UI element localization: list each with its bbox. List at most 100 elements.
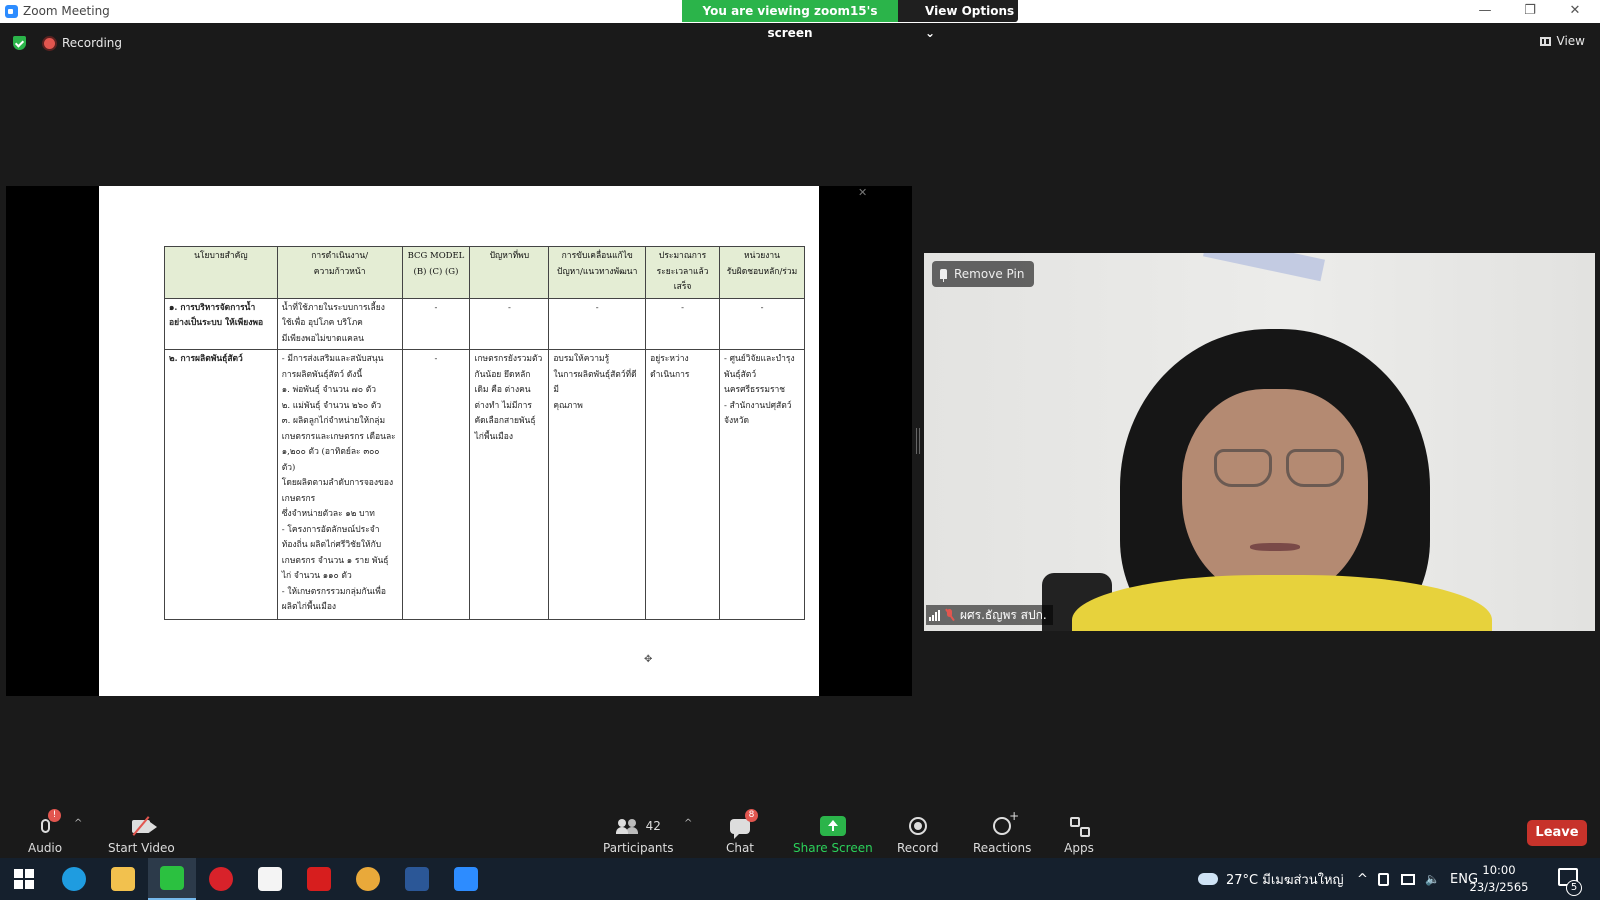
cloud-icon — [1198, 873, 1218, 885]
taskbar-app-document[interactable] — [246, 858, 294, 900]
view-label: View — [1556, 34, 1585, 48]
video-person-face — [1182, 389, 1368, 599]
cell-problem: - — [469, 297, 550, 350]
cursor-icon: ✥ — [644, 654, 653, 665]
view-button[interactable]: View — [1539, 34, 1585, 48]
chevron-down-icon: ⌄ — [925, 26, 936, 40]
start-video-button[interactable]: Start Video — [108, 814, 175, 855]
taskbar-app-edge[interactable] — [50, 858, 98, 900]
title-bar: Zoom Meeting You are viewing zoom15's sc… — [0, 0, 1600, 40]
cell-bcg: - — [401, 349, 471, 620]
participants-icon — [615, 819, 638, 834]
header-solution: การขับเคลื่อนแก้ไข ปัญหา/แนวทางพัฒนา — [548, 246, 647, 299]
audio-label: Audio — [28, 841, 63, 855]
cell-policy: ๑. การบริหารจัดการน้ำ อย่างเป็นระบบ ให้เ… — [164, 297, 278, 350]
record-label: Record — [897, 841, 939, 855]
split-drag-handle[interactable] — [916, 428, 920, 454]
taskbar-app-chrome[interactable] — [344, 858, 392, 900]
reactions-label: Reactions — [973, 841, 1032, 855]
opera-icon — [209, 867, 233, 891]
close-button[interactable]: ✕ — [1567, 3, 1583, 18]
cell-agency: - ศูนย์วิจัยและบำรุง พันธุ์สัตว์ นครศรีธ… — [719, 349, 805, 620]
audio-alert-badge: ! — [48, 809, 62, 822]
chat-unread-badge: 8 — [745, 809, 758, 822]
participants-button[interactable]: 42 Participants — [603, 814, 674, 855]
clock-time: 10:00 — [1482, 863, 1516, 877]
cell-solution: - — [548, 297, 647, 350]
apps-button[interactable]: Apps — [1064, 814, 1094, 855]
table-header-row: นโยบายสำคัญ การดำเนินงาน/ ความก้าวหน้า B… — [164, 246, 805, 299]
system-tray-icons[interactable]: 🔈 — [1378, 858, 1454, 900]
participant-name-bar: ผศร.ธัญพร สปก. — [926, 605, 1053, 625]
edge-icon — [62, 867, 86, 891]
report-table: นโยบายสำคัญ การดำเนินงาน/ ความก้าวหน้า B… — [164, 246, 805, 620]
document-icon — [258, 867, 282, 891]
word-icon — [405, 867, 429, 891]
minimize-button[interactable]: — — [1477, 3, 1493, 18]
line-icon — [160, 866, 184, 890]
participant-video-tile[interactable]: Remove Pin ผศร.ธัญพร สปก. — [924, 253, 1595, 631]
reactions-button[interactable]: Reactions — [973, 809, 1032, 855]
mic-muted-icon — [945, 609, 954, 621]
recording-label: Recording — [62, 36, 123, 50]
audio-options-caret[interactable]: ^ — [74, 818, 82, 829]
encryption-shield-icon[interactable] — [13, 36, 26, 50]
restore-button[interactable]: ❐ — [1522, 3, 1538, 18]
video-glasses-left — [1214, 449, 1272, 487]
audio-button[interactable]: ! Audio — [28, 809, 63, 855]
share-screen-label: Share Screen — [793, 841, 873, 855]
cell-bcg: - — [401, 297, 471, 350]
video-glasses-right — [1286, 449, 1344, 487]
zoom-app-icon — [5, 5, 18, 18]
chat-label: Chat — [725, 841, 755, 855]
taskbar-app-file-explorer[interactable] — [99, 858, 147, 900]
chat-button[interactable]: 8 Chat — [725, 809, 758, 855]
participants-options-caret[interactable]: ^ — [684, 818, 692, 829]
windows-taskbar: 27°C มีเมฆส่วนใหญ่ ^ 🔈 ENG 10:00 23/3/25… — [0, 858, 1600, 900]
start-button[interactable] — [0, 858, 48, 900]
system-clock[interactable]: 10:00 23/3/2565 — [1467, 862, 1531, 896]
window-title: Zoom Meeting — [23, 4, 110, 18]
tray-expand-button[interactable]: ^ — [1357, 858, 1368, 900]
cell-problem: เกษตรกรยังรวมตัว กันน้อย ยึดหลัก เดิม คื… — [469, 349, 550, 620]
view-options-button[interactable]: View Options ⌄ — [898, 0, 1018, 40]
header-bcg: BCG MODEL (B) (C) (G) — [401, 246, 471, 299]
remove-pin-button[interactable]: Remove Pin — [932, 261, 1035, 287]
taskbar-app-zoom[interactable] — [442, 858, 490, 900]
notification-count-badge: 5 — [1566, 880, 1582, 896]
record-button[interactable]: Record — [897, 814, 938, 855]
participant-name: ผศร.ธัญพร สปก. — [960, 607, 1047, 622]
tray-chevron-icon: ^ — [1357, 871, 1368, 887]
network-icon — [1401, 873, 1415, 885]
table-row: ๒. การผลิตพันธุ์สัตว์ - มีการส่งเสริมและ… — [164, 349, 805, 620]
taskbar-app-word[interactable] — [393, 858, 441, 900]
weather-widget[interactable]: 27°C มีเมฆส่วนใหญ่ — [1198, 858, 1344, 900]
remove-pin-label: Remove Pin — [954, 267, 1025, 281]
cell-agency: - — [719, 297, 805, 350]
viewing-banner: You are viewing zoom15's screen — [682, 0, 898, 40]
cell-solution: อบรมให้ความรู้ ในการผลิตพันธุ์สัตว์ที่ดี… — [548, 349, 647, 620]
taskbar-app-line[interactable] — [148, 858, 196, 900]
meet-now-icon — [1378, 872, 1389, 886]
cell-progress: น้ำที่ใช้ภายในระบบการเลี้ยง ใช้เพื่อ อุป… — [276, 297, 403, 350]
acrobat-icon — [307, 867, 331, 891]
reactions-icon — [993, 809, 1019, 835]
view-options-label: View Options — [925, 4, 1015, 18]
microphone-icon — [40, 819, 50, 833]
pin-icon — [940, 269, 947, 282]
shared-document-page: นโยบายสำคัญ การดำเนินงาน/ ความก้าวหน้า B… — [99, 186, 819, 696]
taskbar-app-opera[interactable] — [197, 858, 245, 900]
cell-progress: - มีการส่งเสริมและสนับสนุน การผลิตพันธุ์… — [276, 349, 403, 620]
participants-count: 42 — [645, 819, 661, 833]
leave-button[interactable]: Leave — [1527, 820, 1587, 846]
shared-screen[interactable]: นโยบายสำคัญ การดำเนินงาน/ ความก้าวหน้า B… — [6, 186, 912, 696]
apps-icon — [1070, 817, 1090, 837]
recording-indicator[interactable]: Recording — [44, 34, 122, 52]
share-screen-icon — [819, 816, 846, 836]
meeting-toolbar: ! Audio ^ Start Video 42 Participants ^ … — [0, 806, 1600, 858]
taskbar-app-acrobat[interactable] — [295, 858, 343, 900]
share-screen-button[interactable]: Share Screen — [793, 814, 873, 855]
video-person-mouth — [1250, 543, 1300, 551]
resize-icon[interactable]: ✕ — [858, 186, 867, 199]
chrome-icon — [356, 867, 380, 891]
